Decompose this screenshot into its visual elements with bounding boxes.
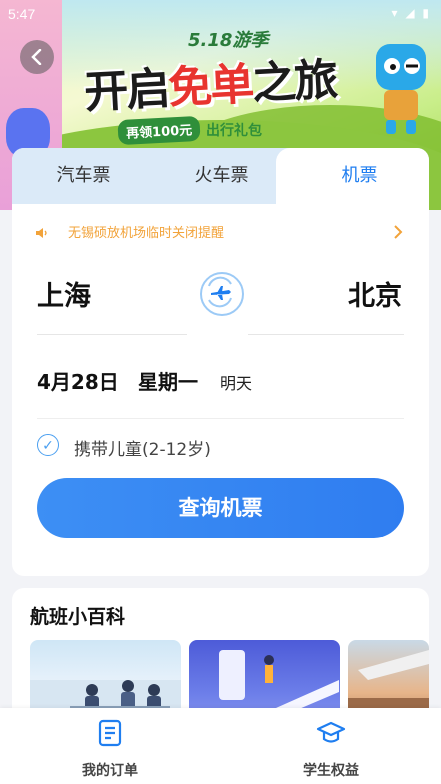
speaker-icon xyxy=(36,228,47,238)
document-icon xyxy=(98,719,122,747)
notice-text: 无锡硕放机场临时关闭提醒 xyxy=(68,226,225,241)
departure-date[interactable]: 4月28日 xyxy=(37,366,119,395)
graduation-cap-icon xyxy=(316,721,346,743)
tab-train[interactable]: 火车票 xyxy=(152,148,291,204)
banner-subtitle-text: 出行礼包 xyxy=(206,123,262,139)
ticket-type-tabs: 汽车票 火车票 机票 xyxy=(12,148,429,206)
departure-relative-day: 明天 xyxy=(220,374,253,393)
status-icons: ▾ ◢ ▮ xyxy=(391,6,431,20)
swap-cities-button[interactable] xyxy=(200,272,244,316)
back-button[interactable] xyxy=(20,40,54,74)
chevron-right-icon xyxy=(394,225,403,239)
booking-card: 汽车票 火车票 机票 无锡硕放机场临时关闭提醒 上海 北京 4月28日 星期一 … xyxy=(12,148,429,576)
nav-my-orders[interactable]: 我的订单 xyxy=(0,708,220,784)
arrival-city[interactable]: 北京 xyxy=(348,274,402,313)
chevron-left-icon xyxy=(31,48,42,66)
departure-city[interactable]: 上海 xyxy=(37,274,91,313)
search-flights-button[interactable]: 查询机票 xyxy=(37,478,404,538)
bottom-navigation: 我的订单 学生权益 xyxy=(0,708,441,784)
status-time: 5:47 xyxy=(8,6,36,22)
banner-subtitle-pill: 再领100元 xyxy=(117,115,201,146)
child-checkbox[interactable]: ✓ xyxy=(37,434,59,456)
wiki-title: 航班小百科 xyxy=(30,606,126,628)
banner-title: 开启免单之旅 xyxy=(83,54,338,119)
flight-wiki-section: 航班小百科 xyxy=(12,588,429,728)
notice-bar[interactable]: 无锡硕放机场临时关闭提醒 xyxy=(12,214,429,250)
mascot-icon xyxy=(376,44,426,134)
tab-bus[interactable]: 汽车票 xyxy=(14,148,153,204)
nav-my-orders-label: 我的订单 xyxy=(82,763,138,779)
departure-weekday[interactable]: 星期一 xyxy=(138,366,198,395)
status-bar: 5:47 ▾ ◢ ▮ xyxy=(0,0,441,30)
child-checkbox-label[interactable]: 携带儿童(2-12岁) xyxy=(74,435,211,460)
nav-student-benefits-label: 学生权益 xyxy=(303,763,359,779)
tab-flight[interactable]: 机票 xyxy=(290,148,429,204)
airplane-icon xyxy=(208,276,232,308)
nav-student-benefits[interactable]: 学生权益 xyxy=(221,708,441,784)
